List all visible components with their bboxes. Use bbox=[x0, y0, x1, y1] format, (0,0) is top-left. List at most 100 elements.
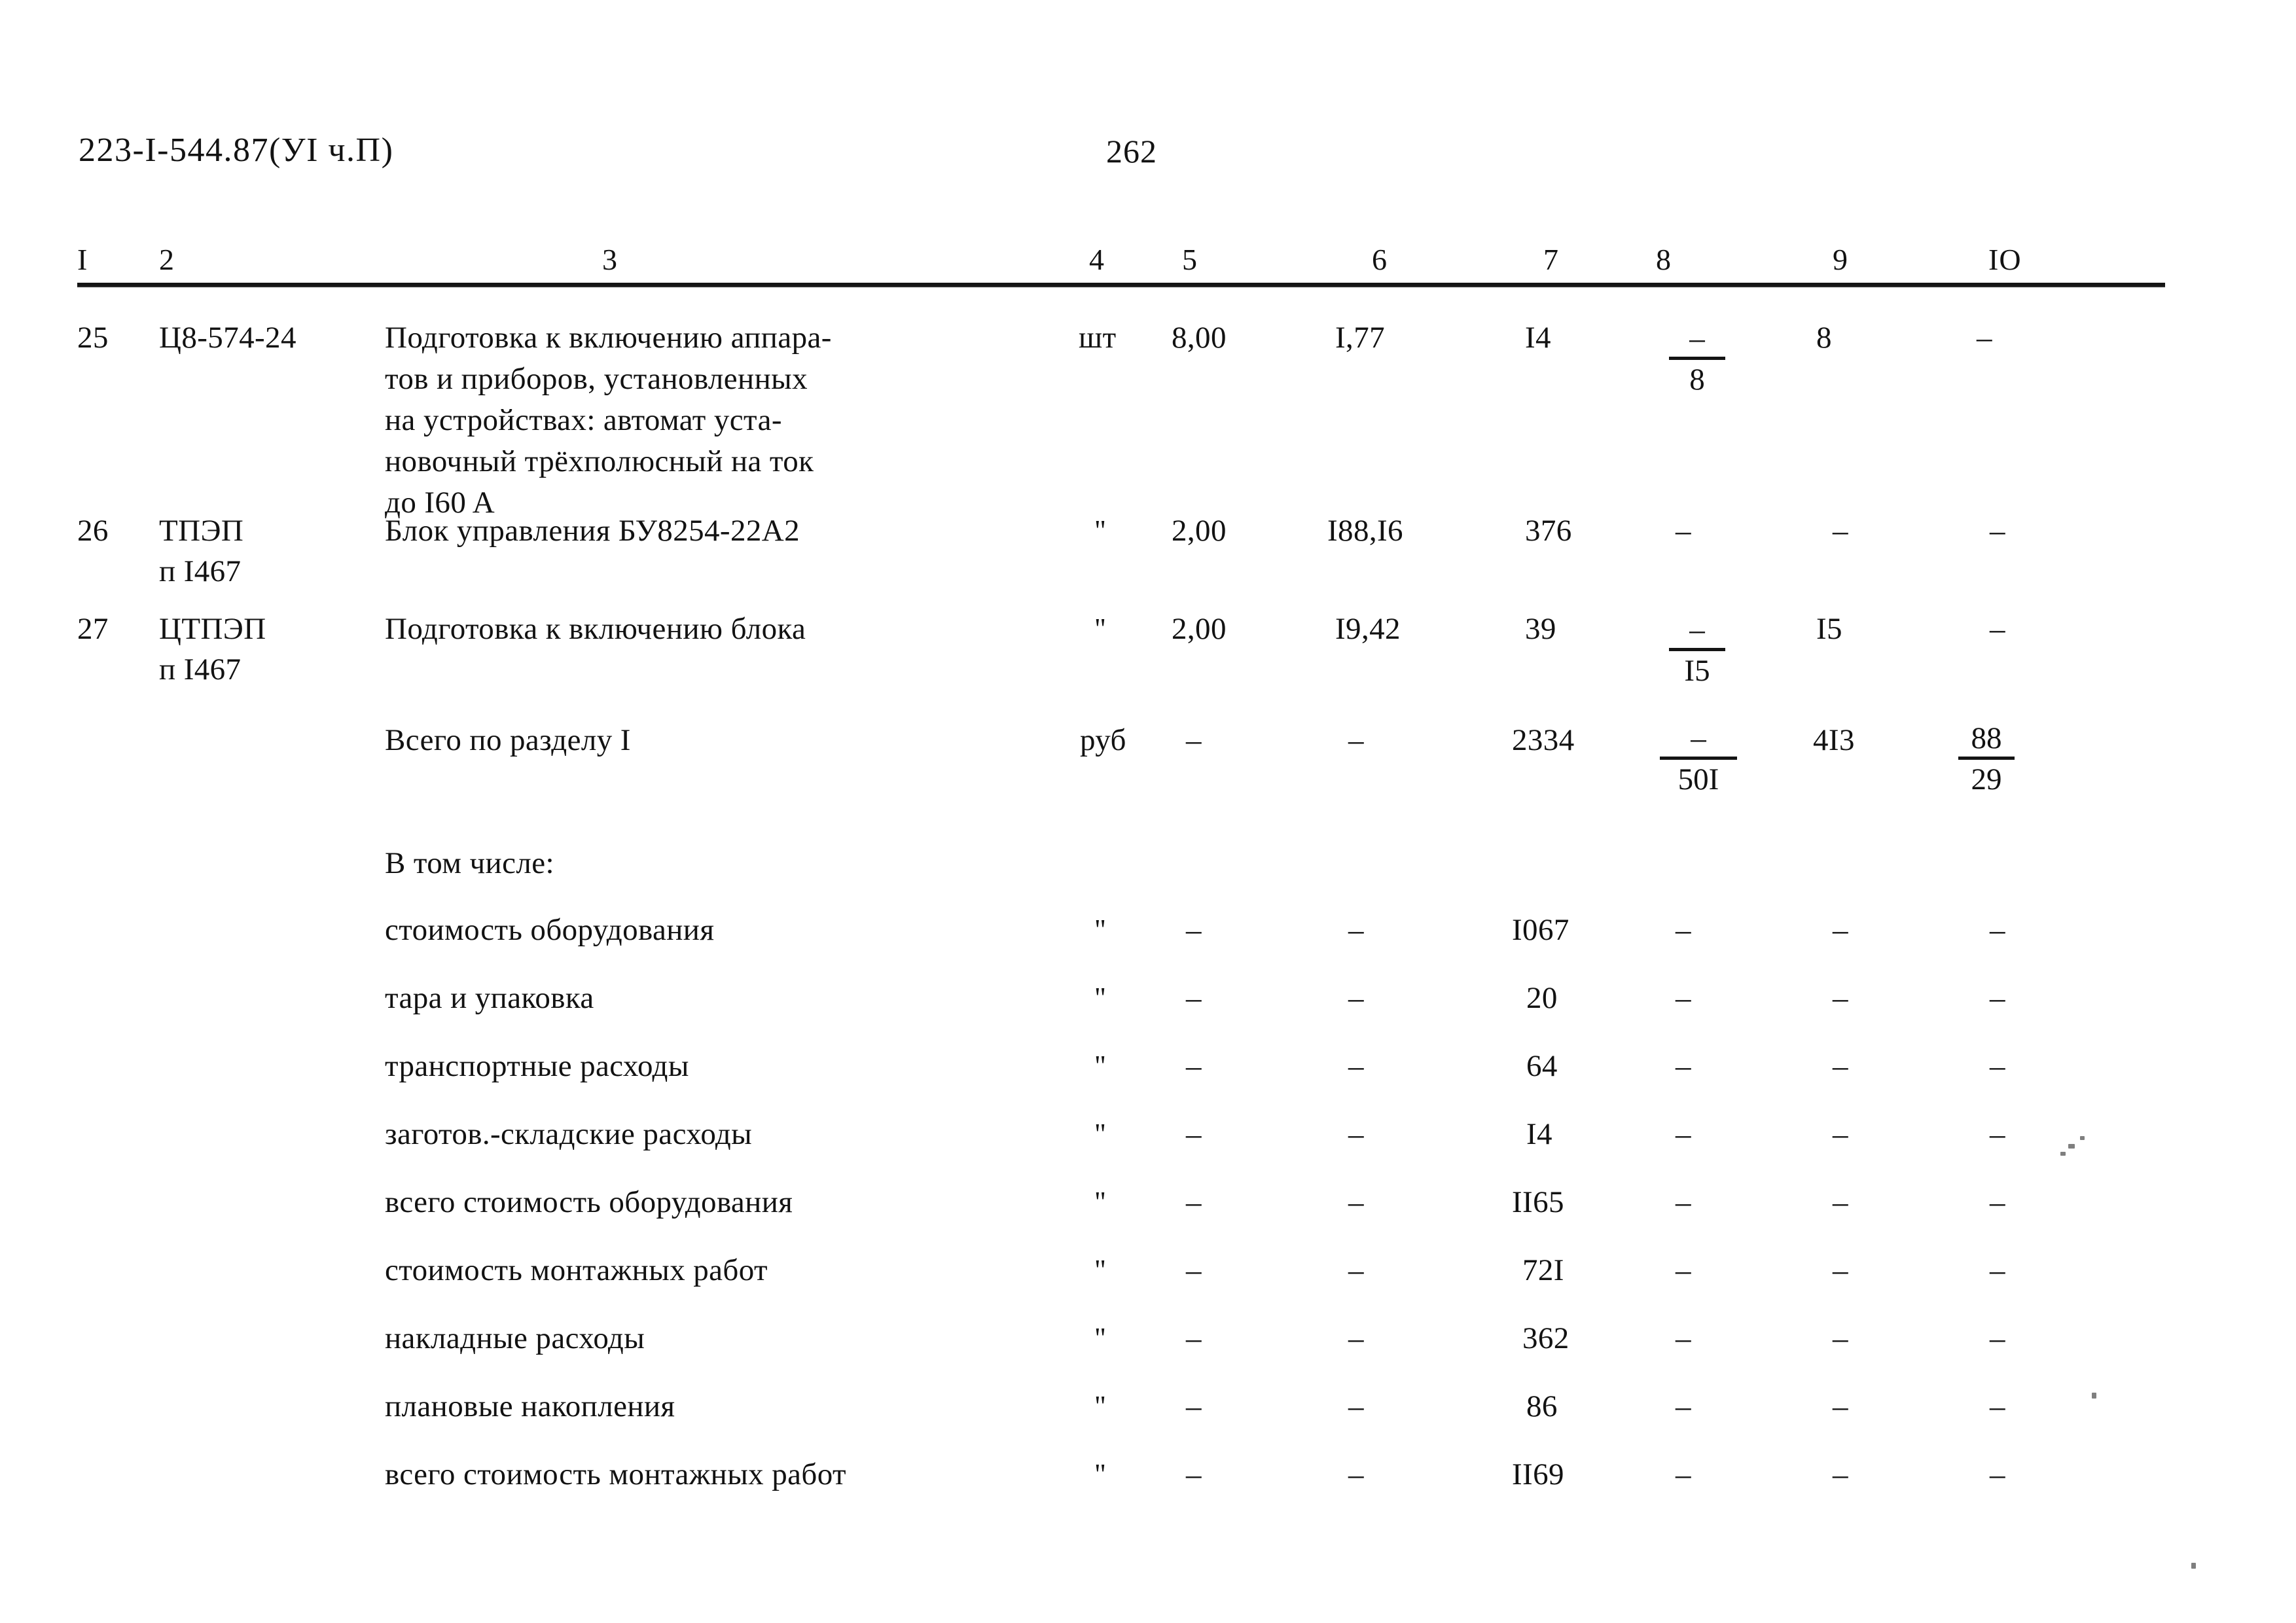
row-quantity: 8,00 bbox=[1172, 321, 1227, 355]
subrow-unit-price: – bbox=[1348, 1049, 1364, 1083]
total-unit-price: – bbox=[1348, 723, 1364, 757]
subrow-description: тара и упаковка bbox=[385, 981, 594, 1015]
row-col8-fraction: – I5 bbox=[1648, 613, 1746, 689]
subrow-col9: – bbox=[1833, 1457, 1848, 1491]
fraction-bar bbox=[1958, 757, 2015, 760]
row-description: Подготовка к включению аппара-тов и приб… bbox=[385, 317, 1052, 524]
fraction-denominator: 8 bbox=[1689, 363, 1705, 397]
scan-speckle bbox=[2080, 1136, 2085, 1140]
desc-line: новочный трёхполюсный на ток bbox=[385, 444, 814, 478]
subrow-unit-price: – bbox=[1348, 913, 1364, 947]
desc-line: Подготовка к включению аппара- bbox=[385, 321, 832, 355]
code-line: п I467 bbox=[159, 554, 242, 588]
subrow-col10: – bbox=[1990, 1253, 2005, 1287]
subrow-description: накладные расходы bbox=[385, 1321, 645, 1355]
subrow-col10: – bbox=[1990, 1457, 2005, 1491]
subrow-col9: – bbox=[1833, 1389, 1848, 1423]
row-unit: шт bbox=[1079, 321, 1117, 355]
subrow-col8: – bbox=[1676, 981, 1691, 1015]
subrow-unit: " bbox=[1094, 982, 1107, 1014]
row-code: ТПЭП п I467 bbox=[159, 510, 375, 592]
subrow-total: I4 bbox=[1526, 1117, 1552, 1151]
subrow-description: транспортные расходы bbox=[385, 1049, 689, 1083]
subrow-unit: " bbox=[1094, 1254, 1107, 1286]
subrow-col10: – bbox=[1990, 1185, 2005, 1219]
row-col9: 8 bbox=[1816, 321, 1832, 355]
fraction-bar bbox=[1669, 648, 1725, 651]
row-total: 39 bbox=[1525, 612, 1556, 646]
subrow-unit: " bbox=[1094, 1186, 1107, 1218]
subrow-unit-price: – bbox=[1348, 1457, 1364, 1491]
subrow-unit: " bbox=[1094, 1322, 1107, 1354]
desc-line: на устройствах: автомат уста- bbox=[385, 403, 782, 437]
subrow-unit: " bbox=[1094, 1390, 1107, 1422]
row-quantity: 2,00 bbox=[1172, 514, 1227, 548]
row-col10: – bbox=[1977, 321, 1992, 355]
total-col9: 4I3 bbox=[1813, 723, 1855, 757]
total-sum: 2334 bbox=[1512, 723, 1575, 757]
row-number: 27 bbox=[77, 612, 109, 646]
subrow-unit: " bbox=[1094, 1050, 1107, 1082]
row-code: Ц8-574-24 bbox=[159, 321, 296, 355]
subrow-col8: – bbox=[1676, 1321, 1691, 1355]
code-line: п I467 bbox=[159, 652, 242, 687]
subsection-label: В том числе: bbox=[385, 846, 554, 880]
subrow-description: стоимость монтажных работ bbox=[385, 1253, 768, 1287]
subrow-col10: – bbox=[1990, 913, 2005, 947]
subrow-quantity: – bbox=[1186, 1117, 1202, 1151]
total-col8-fraction: – 50I bbox=[1649, 721, 1748, 798]
subrow-unit: " bbox=[1094, 914, 1107, 946]
fraction-bar bbox=[1660, 757, 1737, 760]
subrow-total: I067 bbox=[1512, 913, 1570, 947]
subrow-col8: – bbox=[1676, 1049, 1691, 1083]
scan-speckle bbox=[2191, 1563, 2196, 1569]
subrow-unit-price: – bbox=[1348, 1117, 1364, 1151]
subrow-unit-price: – bbox=[1348, 1185, 1364, 1219]
row-col9: I5 bbox=[1816, 612, 1842, 646]
subrow-col10: – bbox=[1990, 1049, 2005, 1083]
subrow-col9: – bbox=[1833, 981, 1848, 1015]
row-number: 26 bbox=[77, 514, 109, 548]
row-description: Подготовка к включению блока bbox=[385, 612, 806, 646]
subrow-col10: – bbox=[1990, 1117, 2005, 1151]
subrow-quantity: – bbox=[1186, 1049, 1202, 1083]
table-body: 25 Ц8-574-24 Подготовка к включению аппа… bbox=[0, 0, 2296, 1623]
subrow-col8: – bbox=[1676, 1389, 1691, 1423]
subrow-quantity: – bbox=[1186, 1389, 1202, 1423]
subrow-description: заготов.-складские расходы bbox=[385, 1117, 753, 1151]
subrow-total: 20 bbox=[1526, 981, 1558, 1015]
row-unit: " bbox=[1094, 613, 1107, 645]
subrow-quantity: – bbox=[1186, 981, 1202, 1015]
row-unit-price: I,77 bbox=[1335, 321, 1386, 355]
subrow-col10: – bbox=[1990, 1321, 2005, 1355]
row-col8: – bbox=[1676, 514, 1691, 548]
row-col10: – bbox=[1990, 514, 2005, 548]
subrow-total: II65 bbox=[1512, 1185, 1564, 1219]
subrow-quantity: – bbox=[1186, 1185, 1202, 1219]
scan-speckle bbox=[2068, 1144, 2075, 1149]
desc-line: тов и приборов, установленных bbox=[385, 362, 808, 396]
subrow-col9: – bbox=[1833, 1117, 1848, 1151]
subrow-col9: – bbox=[1833, 1185, 1848, 1219]
subrow-col9: – bbox=[1833, 913, 1848, 947]
subrow-unit: " bbox=[1094, 1458, 1107, 1490]
row-col9: – bbox=[1833, 514, 1848, 548]
subrow-col10: – bbox=[1990, 981, 2005, 1015]
row-unit: " bbox=[1094, 514, 1107, 546]
document-page: 223-I-544.87(УI ч.П) 262 I 2 3 4 5 6 7 8… bbox=[0, 0, 2296, 1623]
subrow-col8: – bbox=[1676, 1253, 1691, 1287]
row-unit-price: I9,42 bbox=[1335, 612, 1401, 646]
fraction-denominator: 29 bbox=[1971, 762, 2002, 796]
row-number: 25 bbox=[77, 321, 109, 355]
subrow-total: 362 bbox=[1522, 1321, 1570, 1355]
subrow-unit-price: – bbox=[1348, 1389, 1364, 1423]
code-line: ТПЭП bbox=[159, 514, 244, 548]
subrow-quantity: – bbox=[1186, 1253, 1202, 1287]
row-quantity: 2,00 bbox=[1172, 612, 1227, 646]
subrow-quantity: – bbox=[1186, 1321, 1202, 1355]
subrow-description: всего стоимость монтажных работ bbox=[385, 1457, 846, 1491]
total-unit: руб bbox=[1080, 723, 1126, 757]
subrow-col8: – bbox=[1676, 1185, 1691, 1219]
subrow-unit-price: – bbox=[1348, 981, 1364, 1015]
subrow-total: II69 bbox=[1512, 1457, 1564, 1491]
